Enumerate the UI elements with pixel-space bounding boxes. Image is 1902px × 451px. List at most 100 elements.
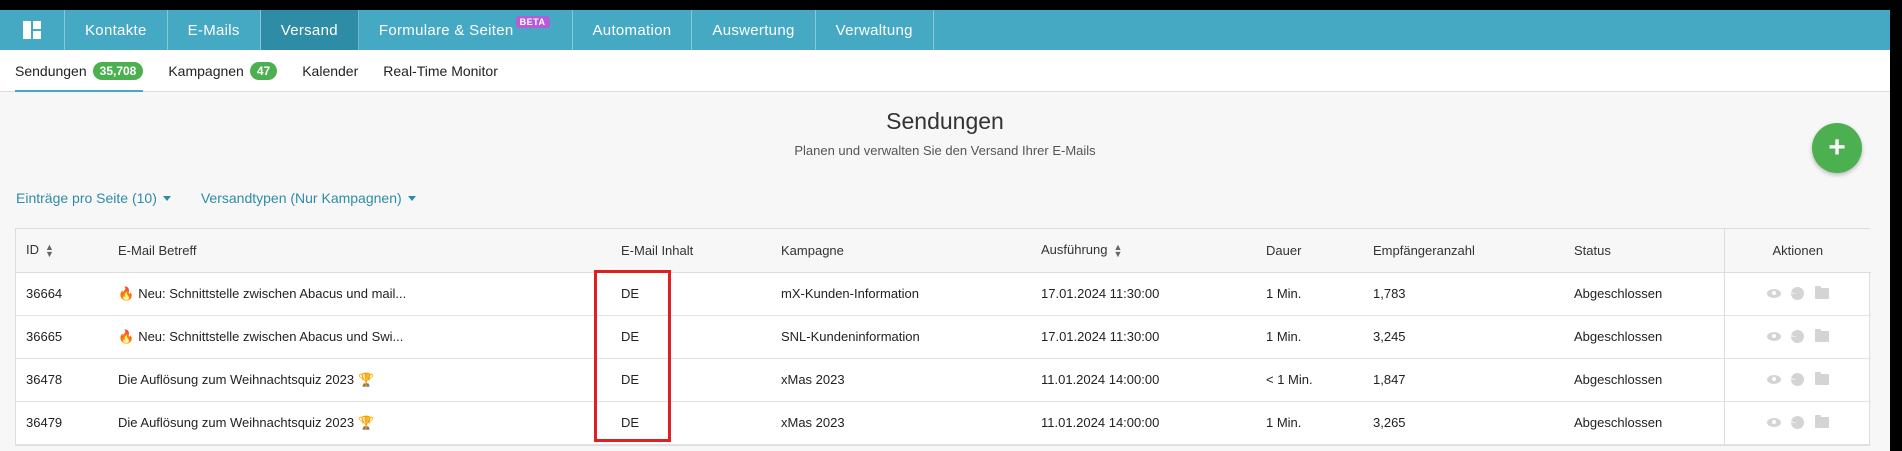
cell-execution: 17.01.2024 11:30:00 xyxy=(1031,272,1256,316)
page-scrollbar[interactable] xyxy=(1890,10,1902,451)
caret-down-icon xyxy=(407,195,416,201)
cell-duration: 1 Min. xyxy=(1256,272,1363,316)
table-row[interactable]: 36664 🔥 Neu: Schnittstelle zwischen Abacu… xyxy=(16,272,1871,316)
cell-subject[interactable]: Die Auflösung zum Weihnachtsquiz 2023 🏆 xyxy=(108,358,611,402)
column-header-subject: E-Mail Betreff xyxy=(108,229,611,273)
cell-campaign: xMas 2023 xyxy=(771,358,1031,402)
eye-icon[interactable] xyxy=(1766,287,1781,301)
cell-actions xyxy=(1723,401,1871,445)
folder-icon[interactable] xyxy=(1814,372,1829,387)
filter-label: Einträge pro Seite (10) xyxy=(16,190,157,206)
eye-icon[interactable] xyxy=(1766,373,1781,387)
caret-down-icon xyxy=(162,195,171,201)
nav-label: Automation xyxy=(592,21,672,39)
nav-label: Verwaltung xyxy=(835,21,913,39)
column-header-actions: Aktionen xyxy=(1723,229,1871,273)
folder-icon[interactable] xyxy=(1814,415,1829,430)
tab-sendungen[interactable]: Sendungen 35,708 xyxy=(15,50,144,92)
filter-bar: Einträge pro Seite (10) Versandtypen (Nu… xyxy=(0,190,1890,228)
table-header-row: ID ▲ ▼ E-Mail Betreff E-Mail Inhalt Kampag… xyxy=(16,229,1871,273)
subject-text: Neu: Schnittstelle zwischen Abacus und S… xyxy=(138,328,404,344)
cell-campaign: mX-Kunden-Information xyxy=(771,272,1031,316)
column-header-id[interactable]: ID ▲ ▼ xyxy=(16,229,108,273)
column-label: Aktionen xyxy=(1772,242,1824,258)
cell-status: Abgeschlossen xyxy=(1564,272,1724,316)
tab-real-time-monitor[interactable]: Real-Time Monitor xyxy=(383,50,498,91)
entries-per-page-dropdown[interactable]: Einträge pro Seite (10) xyxy=(16,190,171,206)
folder-icon[interactable] xyxy=(1814,329,1829,344)
column-label: ID xyxy=(26,242,39,258)
fire-icon: 🔥 xyxy=(118,285,135,301)
pie-chart-icon[interactable] xyxy=(1791,373,1805,387)
nav-emails[interactable]: E-Mails xyxy=(168,10,261,50)
table-row[interactable]: 36479 Die Auflösung zum Weihnachtsquiz 2… xyxy=(16,401,1871,445)
table-row[interactable]: 36665 🔥 Neu: Schnittstelle zwischen Abacu… xyxy=(16,315,1871,359)
cell-duration: 1 Min. xyxy=(1256,315,1363,359)
count-badge: 47 xyxy=(249,61,278,80)
column-label: Dauer xyxy=(1266,242,1302,258)
cell-campaign: SNL-Kundeninformation xyxy=(771,315,1031,359)
cell-id: 36664 xyxy=(16,272,108,316)
nav-formulare-seiten[interactable]: Formulare & Seiten BETA xyxy=(359,10,573,50)
add-sending-button[interactable]: + xyxy=(1812,123,1862,173)
column-header-recipients: Empfängeranzahl xyxy=(1363,229,1564,273)
column-label: E-Mail Inhalt xyxy=(621,242,694,258)
column-label: Kampagne xyxy=(781,242,844,258)
cell-subject[interactable]: 🔥 Neu: Schnittstelle zwischen Abacus und … xyxy=(108,272,611,316)
fire-icon: 🔥 xyxy=(118,328,135,344)
pie-chart-icon[interactable] xyxy=(1791,287,1805,301)
column-label: Ausführung xyxy=(1041,242,1108,258)
sort-icon: ▲ ▼ xyxy=(45,242,54,260)
column-header-status: Status xyxy=(1564,229,1724,273)
sendungen-table: ID ▲ ▼ E-Mail Betreff E-Mail Inhalt Kampag… xyxy=(15,228,1871,446)
nav-label: Auswertung xyxy=(712,21,795,39)
pie-chart-icon[interactable] xyxy=(1791,416,1805,430)
cell-status: Abgeschlossen xyxy=(1564,358,1724,402)
subject-text: Die Auflösung zum Weihnachtsquiz 2023 xyxy=(118,414,355,430)
tab-label: Kalender xyxy=(302,62,359,79)
plus-icon: + xyxy=(1828,131,1846,164)
nav-auswertung[interactable]: Auswertung xyxy=(692,10,816,50)
tab-kampagnen[interactable]: Kampagnen 47 xyxy=(168,50,278,91)
column-header-campaign: Kampagne xyxy=(771,229,1031,273)
page-header: Sendungen Planen und verwalten Sie den V… xyxy=(0,92,1890,184)
cell-subject[interactable]: Die Auflösung zum Weihnachtsquiz 2023 🏆 xyxy=(108,401,611,445)
cell-status: Abgeschlossen xyxy=(1564,401,1724,445)
eye-icon[interactable] xyxy=(1766,330,1781,344)
beta-badge: BETA xyxy=(515,16,550,28)
cell-id: 36478 xyxy=(16,358,108,402)
cell-duration: 1 Min. xyxy=(1256,401,1363,445)
cell-content: DE xyxy=(611,401,771,445)
nav-kontakte[interactable]: Kontakte xyxy=(65,10,168,50)
cell-recipients: 3,265 xyxy=(1363,401,1564,445)
filter-label: Versandtypen (Nur Kampagnen) xyxy=(200,190,402,206)
nav-label: E-Mails xyxy=(187,21,240,39)
pie-chart-icon[interactable] xyxy=(1791,330,1805,344)
top-navigation: Kontakte E-Mails Versand Formulare & Sei… xyxy=(0,10,1890,50)
eye-icon[interactable] xyxy=(1766,416,1781,430)
nav-verwaltung[interactable]: Verwaltung xyxy=(816,10,934,50)
nav-automation[interactable]: Automation xyxy=(573,10,693,50)
tab-label: Sendungen xyxy=(15,62,87,79)
cell-id: 36479 xyxy=(16,401,108,445)
folder-icon[interactable] xyxy=(1814,286,1829,301)
page-title: Sendungen xyxy=(886,108,1004,134)
sending-types-dropdown[interactable]: Versandtypen (Nur Kampagnen) xyxy=(201,190,416,206)
trophy-icon: 🏆 xyxy=(358,414,375,430)
column-label: Status xyxy=(1574,242,1611,258)
column-header-execution[interactable]: Ausführung ▲ ▼ xyxy=(1031,229,1256,273)
grid-icon xyxy=(23,21,41,39)
table-row[interactable]: 36478 Die Auflösung zum Weihnachtsquiz 2… xyxy=(16,358,1871,402)
cell-content: DE xyxy=(611,358,771,402)
cell-subject[interactable]: 🔥 Neu: Schnittstelle zwischen Abacus und … xyxy=(108,315,611,359)
cell-campaign: xMas 2023 xyxy=(771,401,1031,445)
column-label: E-Mail Betreff xyxy=(118,242,197,258)
cell-execution: 11.01.2024 14:00:00 xyxy=(1031,358,1256,402)
cell-recipients: 1,783 xyxy=(1363,272,1564,316)
nav-versand[interactable]: Versand xyxy=(260,10,359,50)
nav-label: Versand xyxy=(280,21,338,39)
cell-recipients: 3,245 xyxy=(1363,315,1564,359)
tab-kalender[interactable]: Kalender xyxy=(302,50,358,91)
column-header-content: E-Mail Inhalt xyxy=(611,229,771,273)
app-logo[interactable] xyxy=(0,10,65,50)
